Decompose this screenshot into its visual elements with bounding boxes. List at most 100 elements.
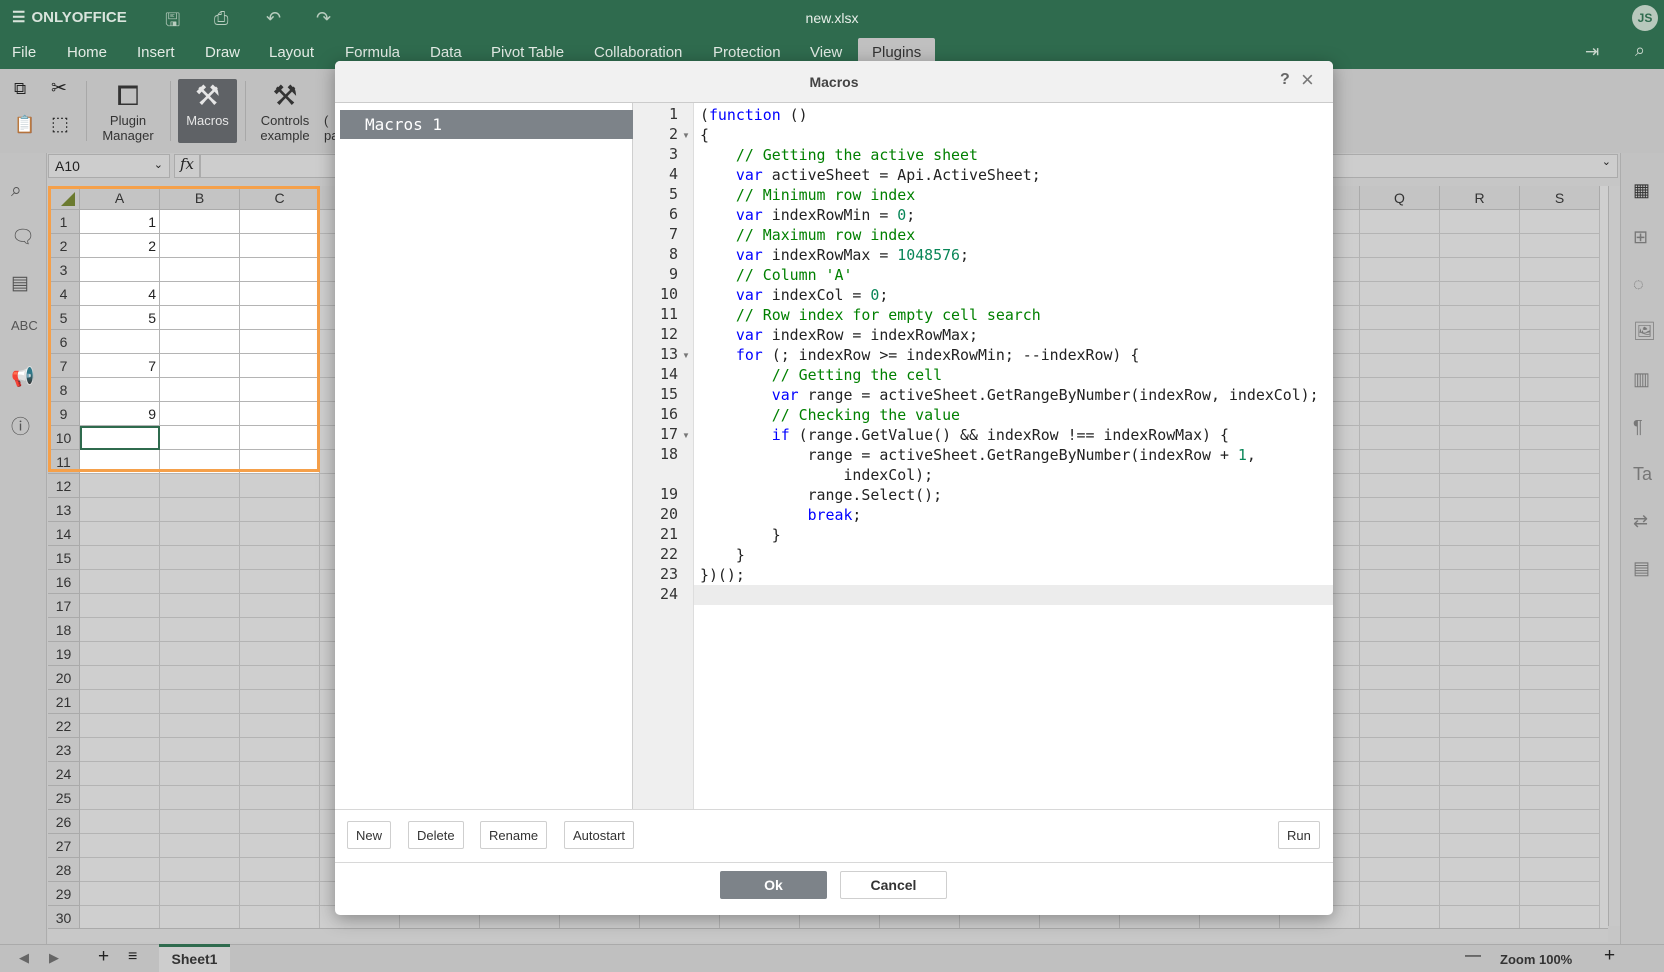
- code-line[interactable]: // Getting the active sheet: [700, 145, 1328, 165]
- delete-button[interactable]: Delete: [408, 821, 464, 849]
- cell[interactable]: [240, 402, 320, 426]
- cell[interactable]: [240, 546, 320, 570]
- cell[interactable]: [1520, 282, 1600, 306]
- row-header[interactable]: 29: [48, 882, 80, 906]
- cell[interactable]: [240, 714, 320, 738]
- cell[interactable]: [160, 402, 240, 426]
- cell[interactable]: [1520, 810, 1600, 834]
- code-line[interactable]: range.Select();: [700, 485, 1328, 505]
- cell[interactable]: [1360, 306, 1440, 330]
- cell[interactable]: [80, 594, 160, 618]
- row-header[interactable]: 3: [48, 258, 80, 282]
- zoom-level[interactable]: Zoom 100%: [1500, 952, 1572, 967]
- menu-layout[interactable]: Layout: [269, 44, 314, 61]
- cell[interactable]: [160, 618, 240, 642]
- menu-pivot-table[interactable]: Pivot Table: [491, 44, 564, 61]
- cell[interactable]: [160, 810, 240, 834]
- code-line[interactable]: })();: [700, 565, 1328, 585]
- cell[interactable]: [240, 738, 320, 762]
- cell[interactable]: [1440, 666, 1520, 690]
- code-line[interactable]: range = activeSheet.GetRangeByNumber(ind…: [700, 445, 1328, 485]
- cell[interactable]: [160, 474, 240, 498]
- row-header[interactable]: 25: [48, 786, 80, 810]
- cell[interactable]: [1440, 546, 1520, 570]
- cell[interactable]: [160, 306, 240, 330]
- menu-formula[interactable]: Formula: [345, 44, 400, 61]
- cell[interactable]: [1520, 714, 1600, 738]
- cell[interactable]: [80, 330, 160, 354]
- code-line[interactable]: // Minimum row index: [700, 185, 1328, 205]
- cell[interactable]: [1360, 906, 1440, 930]
- row-header[interactable]: 8: [48, 378, 80, 402]
- horizontal-scrollbar[interactable]: [48, 928, 1608, 942]
- cell[interactable]: [1360, 762, 1440, 786]
- cell[interactable]: [160, 858, 240, 882]
- cell[interactable]: [1440, 690, 1520, 714]
- cell[interactable]: [240, 810, 320, 834]
- cell[interactable]: [1360, 210, 1440, 234]
- fold-arrow-icon[interactable]: ▼: [682, 431, 690, 440]
- cell[interactable]: [1440, 210, 1520, 234]
- row-header[interactable]: 10: [48, 426, 80, 450]
- cell[interactable]: [80, 858, 160, 882]
- row-header[interactable]: 13: [48, 498, 80, 522]
- code-line[interactable]: // Row index for empty cell search: [700, 305, 1328, 325]
- cell[interactable]: [1360, 354, 1440, 378]
- cancel-button[interactable]: Cancel: [840, 871, 947, 899]
- cell[interactable]: [240, 282, 320, 306]
- zoom-in-icon[interactable]: +: [1604, 945, 1615, 967]
- cell[interactable]: [160, 834, 240, 858]
- cell[interactable]: [1360, 474, 1440, 498]
- cell[interactable]: [1360, 570, 1440, 594]
- code-line[interactable]: break;: [700, 505, 1328, 525]
- cell[interactable]: [1360, 738, 1440, 762]
- code-line[interactable]: for (; indexRow >= indexRowMin; --indexR…: [700, 345, 1328, 365]
- menu-protection[interactable]: Protection: [713, 44, 781, 61]
- cell[interactable]: [240, 450, 320, 474]
- cell[interactable]: [1520, 474, 1600, 498]
- code-text[interactable]: (function (){ // Getting the active shee…: [694, 105, 1333, 605]
- cell[interactable]: [1520, 834, 1600, 858]
- cell[interactable]: [240, 642, 320, 666]
- spellcheck-icon[interactable]: ABC: [11, 318, 38, 333]
- row-header[interactable]: 26: [48, 810, 80, 834]
- cell[interactable]: [1440, 618, 1520, 642]
- cell[interactable]: [160, 642, 240, 666]
- row-header[interactable]: 14: [48, 522, 80, 546]
- cell[interactable]: [160, 234, 240, 258]
- menu-view[interactable]: View: [810, 44, 842, 61]
- cell[interactable]: [240, 258, 320, 282]
- cell[interactable]: [1520, 738, 1600, 762]
- chevron-down-icon[interactable]: ⌄: [1602, 155, 1611, 168]
- cell[interactable]: [240, 594, 320, 618]
- cell[interactable]: [1360, 258, 1440, 282]
- cell[interactable]: [160, 282, 240, 306]
- name-box[interactable]: A10 ⌄: [48, 154, 170, 178]
- cell[interactable]: [80, 642, 160, 666]
- cell[interactable]: [1360, 522, 1440, 546]
- cell[interactable]: [1360, 786, 1440, 810]
- cell[interactable]: [1520, 258, 1600, 282]
- cell[interactable]: [160, 666, 240, 690]
- comments-icon[interactable]: 🗨: [11, 225, 35, 249]
- cell[interactable]: [160, 594, 240, 618]
- cell[interactable]: 1: [80, 210, 160, 234]
- run-button[interactable]: Run: [1278, 821, 1320, 849]
- cell[interactable]: [240, 666, 320, 690]
- cell[interactable]: [1520, 354, 1600, 378]
- cell[interactable]: [240, 210, 320, 234]
- cell[interactable]: [240, 618, 320, 642]
- table-settings-icon[interactable]: ⊞: [1633, 227, 1648, 248]
- cell[interactable]: [1360, 858, 1440, 882]
- cell[interactable]: [1520, 858, 1600, 882]
- cell[interactable]: [1360, 594, 1440, 618]
- cell[interactable]: [80, 906, 160, 930]
- cell[interactable]: [1440, 234, 1520, 258]
- cell[interactable]: [240, 858, 320, 882]
- cell[interactable]: [1440, 834, 1520, 858]
- cell[interactable]: [1520, 594, 1600, 618]
- cell[interactable]: [1520, 570, 1600, 594]
- menu-home[interactable]: Home: [67, 44, 107, 61]
- cell[interactable]: [80, 714, 160, 738]
- rename-button[interactable]: Rename: [480, 821, 548, 849]
